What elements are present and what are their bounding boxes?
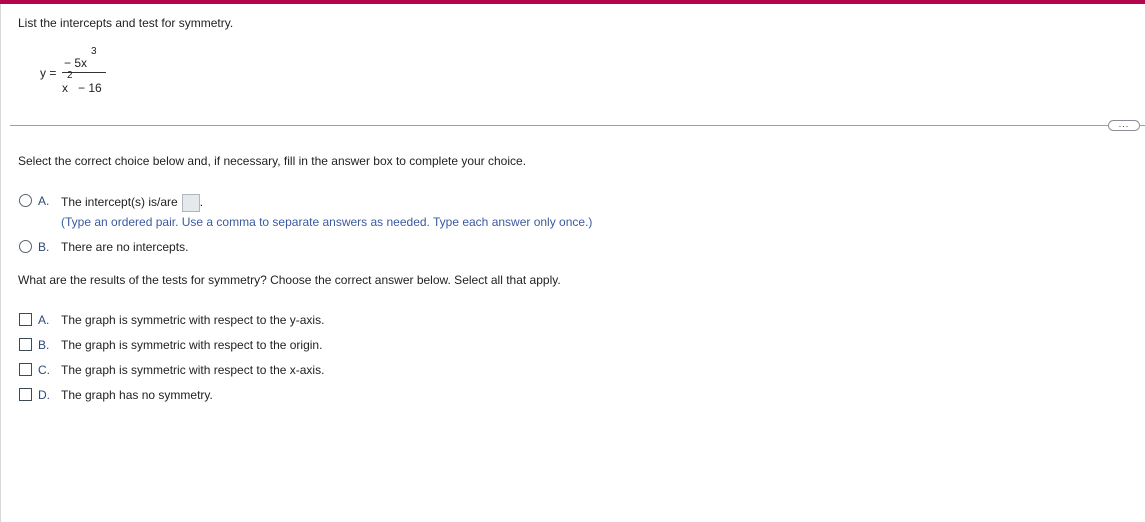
equation-denominator-exponent: 2 bbox=[67, 70, 73, 81]
part2-question: What are the results of the tests for sy… bbox=[18, 273, 561, 287]
option-b-letter: B. bbox=[38, 240, 50, 254]
more-button[interactable]: ... bbox=[1108, 120, 1140, 131]
equation-denominator-base: x bbox=[62, 81, 68, 95]
sym-option-b-letter: B. bbox=[38, 338, 50, 352]
equation: y = − 5x 3 x 2 − 16 bbox=[40, 46, 120, 96]
radio-option-b[interactable] bbox=[19, 240, 32, 253]
equation-numerator-exponent: 3 bbox=[91, 46, 97, 57]
option-a-row: The intercept(s) is/are. bbox=[61, 194, 203, 212]
option-a-suffix: . bbox=[199, 195, 204, 210]
sym-option-a-letter: A. bbox=[38, 313, 50, 327]
option-a-hint: (Type an ordered pair. Use a comma to se… bbox=[61, 215, 593, 229]
checkbox-option-a[interactable] bbox=[19, 313, 32, 326]
checkbox-option-c[interactable] bbox=[19, 363, 32, 376]
checkbox-option-d[interactable] bbox=[19, 388, 32, 401]
option-a-letter: A. bbox=[38, 194, 50, 208]
sym-option-c-text: The graph is symmetric with respect to t… bbox=[61, 363, 325, 377]
equation-numerator: − 5x bbox=[64, 56, 88, 70]
sym-option-d-text: The graph has no symmetry. bbox=[61, 388, 213, 402]
top-accent-bar bbox=[0, 0, 1145, 4]
problem-prompt: List the intercepts and test for symmetr… bbox=[18, 16, 234, 30]
left-border bbox=[0, 4, 1, 522]
section-divider bbox=[10, 125, 1110, 126]
sym-option-d-letter: D. bbox=[38, 388, 50, 402]
checkbox-option-b[interactable] bbox=[19, 338, 32, 351]
intercept-answer-box[interactable] bbox=[181, 194, 200, 212]
part1-instruction: Select the correct choice below and, if … bbox=[18, 154, 527, 168]
sym-option-c-letter: C. bbox=[38, 363, 50, 377]
sym-option-b-text: The graph is symmetric with respect to t… bbox=[61, 338, 323, 352]
divider-tail bbox=[1140, 125, 1145, 126]
option-a-text: The intercept(s) is/are bbox=[61, 195, 178, 210]
sym-option-a-text: The graph is symmetric with respect to t… bbox=[61, 313, 325, 327]
radio-option-a[interactable] bbox=[19, 194, 32, 207]
option-b-text: There are no intercepts. bbox=[61, 240, 189, 254]
equation-denominator-rest: − 16 bbox=[78, 81, 102, 95]
equation-lhs: y = bbox=[40, 66, 57, 80]
